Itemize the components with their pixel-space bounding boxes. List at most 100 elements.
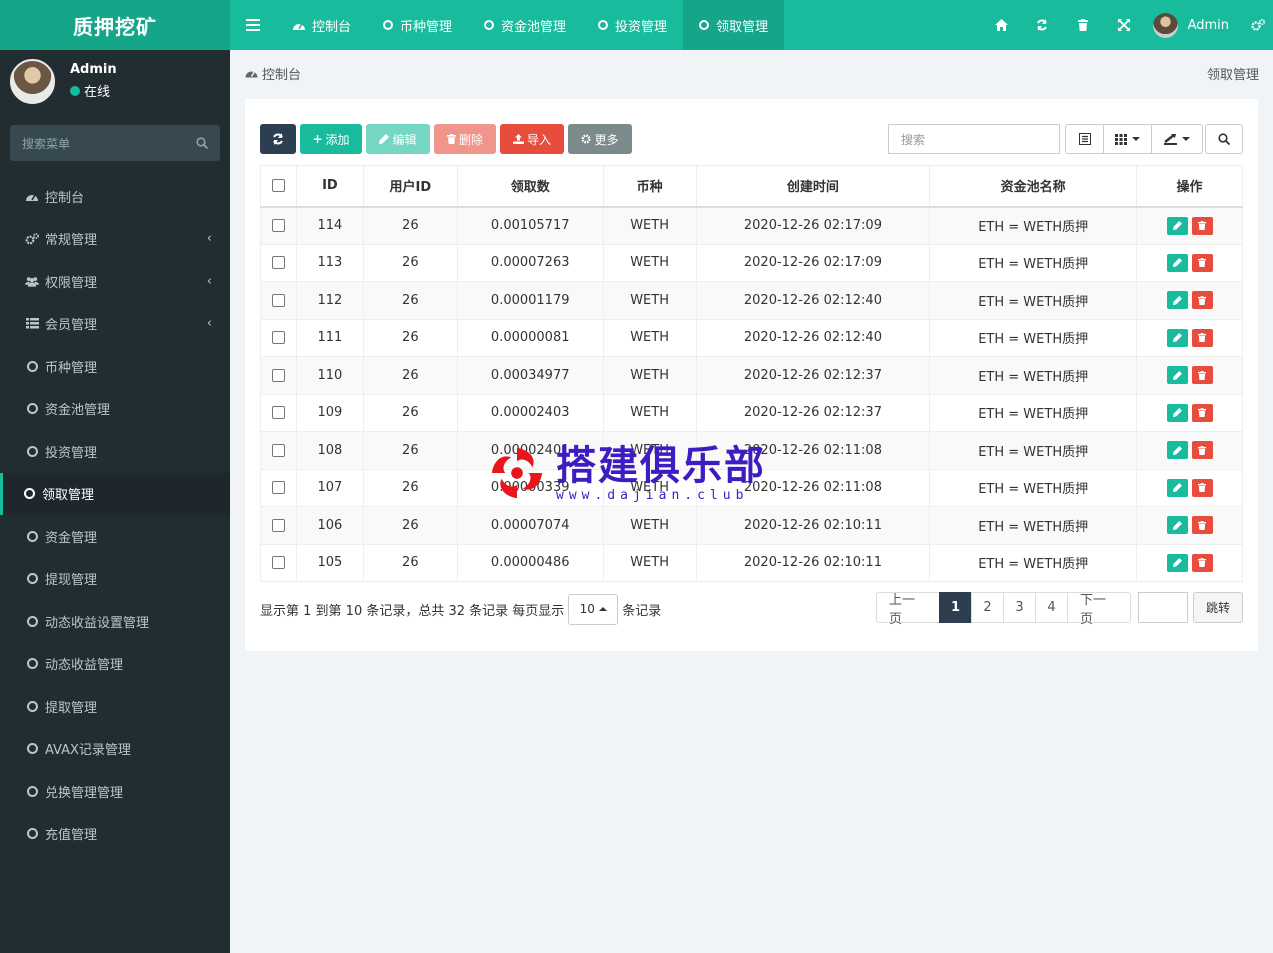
tab-coin-management[interactable]: 币种管理 <box>367 0 468 50</box>
table-row[interactable]: 109 26 0.00002403 WETH 2020-12-26 02:12:37 ET… <box>260 393 1243 432</box>
refresh-button[interactable] <box>260 124 296 154</box>
row-delete-button[interactable] <box>1191 328 1213 347</box>
more-button[interactable]: 更多 <box>568 124 632 154</box>
row-edit-button[interactable] <box>1166 553 1188 572</box>
next-page-button[interactable]: 下一页 <box>1067 592 1131 627</box>
page-size-select[interactable]: 10 <box>568 593 619 625</box>
prev-page-button[interactable]: 上一页 <box>876 592 940 627</box>
table-row[interactable]: 113 26 0.00007263 WETH 2020-12-26 02:17:09 ET… <box>260 243 1243 282</box>
row-delete-button[interactable] <box>1191 516 1213 535</box>
table-row[interactable]: 110 26 0.00034977 WETH 2020-12-26 02:12:37 ET… <box>260 356 1243 395</box>
table-search-input[interactable]: 搜索 <box>888 124 1060 154</box>
column-header[interactable]: 资金池名称 <box>929 165 1138 208</box>
tab-dashboard[interactable]: 控制台 <box>276 0 367 50</box>
import-button[interactable]: 导入 <box>500 124 564 154</box>
sidebar-item-general[interactable]: 常规管理 ‹ <box>0 218 230 261</box>
fullscreen-button[interactable] <box>1104 0 1145 50</box>
row-edit-button[interactable] <box>1166 253 1188 272</box>
row-checkbox[interactable] <box>271 518 285 532</box>
table-row[interactable]: 105 26 0.00000486 WETH 2020-12-26 02:10:11 ET… <box>260 543 1243 582</box>
row-actions <box>1136 243 1243 282</box>
user-menu[interactable]: Admin <box>1145 0 1243 50</box>
chevron-left-icon: ‹ <box>206 231 212 247</box>
row-delete-button[interactable] <box>1191 216 1213 235</box>
jump-page-input[interactable] <box>1138 592 1188 623</box>
row-edit-button[interactable] <box>1166 216 1188 235</box>
sidebar-toggle-button[interactable] <box>230 0 276 50</box>
toggle-view-button[interactable] <box>1066 125 1104 153</box>
edit-button[interactable]: 编辑 <box>366 124 430 154</box>
search-button[interactable] <box>1205 124 1243 154</box>
sidebar-item-investments[interactable]: 投资管理 <box>0 430 230 473</box>
row-checkbox[interactable] <box>271 331 285 345</box>
table-row[interactable]: 111 26 0.00000081 WETH 2020-12-26 02:12:40 ET… <box>260 318 1243 357</box>
row-checkbox[interactable] <box>271 219 285 232</box>
row-checkbox[interactable] <box>271 556 285 570</box>
column-header[interactable]: 币种 <box>602 165 697 208</box>
tab-pool-management[interactable]: 资金池管理 <box>468 0 582 50</box>
row-delete-button[interactable] <box>1191 441 1213 460</box>
sidebar-item-dashboard[interactable]: 控制台 <box>0 175 230 218</box>
clear-cache-button[interactable] <box>1063 0 1104 50</box>
table-row[interactable]: 114 26 0.00105717 WETH 2020-12-26 02:17:09 ET… <box>260 206 1243 245</box>
sidebar-item-avax-records[interactable]: AVAX记录管理 <box>0 728 230 771</box>
sidebar-item-dynamic-income[interactable]: 动态收益管理 <box>0 643 230 686</box>
menu-search-input[interactable]: 搜索菜单 <box>10 125 220 161</box>
row-edit-button[interactable] <box>1166 478 1188 497</box>
table-cell: 113 <box>295 243 364 282</box>
page-button-2[interactable]: 2 <box>971 592 1004 623</box>
row-checkbox[interactable] <box>271 293 285 307</box>
sidebar-item-permissions[interactable]: 权限管理 ‹ <box>0 260 230 303</box>
sidebar-item-recharge[interactable]: 充值管理 <box>0 813 230 856</box>
tab-investment-management[interactable]: 投资管理 <box>582 0 683 50</box>
export-button[interactable] <box>1152 125 1202 153</box>
row-delete-button[interactable] <box>1191 253 1213 272</box>
sidebar-item-members[interactable]: 会员管理 ‹ <box>0 303 230 346</box>
page-button-4[interactable]: 4 <box>1035 592 1068 623</box>
row-checkbox[interactable] <box>271 406 285 420</box>
jump-button[interactable]: 跳转 <box>1193 592 1243 623</box>
page-button-3[interactable]: 3 <box>1003 592 1036 623</box>
sidebar-item-pools[interactable]: 资金池管理 <box>0 388 230 431</box>
page-button-1[interactable]: 1 <box>939 592 972 623</box>
app-logo[interactable]: 质押挖矿 <box>0 0 230 50</box>
breadcrumb[interactable]: 控制台 <box>245 64 301 83</box>
table-row[interactable]: 112 26 0.00001179 WETH 2020-12-26 02:12:40 ET… <box>260 281 1243 320</box>
row-checkbox[interactable] <box>271 256 285 270</box>
row-checkbox[interactable] <box>271 443 285 457</box>
row-edit-button[interactable] <box>1166 516 1188 535</box>
column-header[interactable]: 用户ID <box>362 165 458 208</box>
refresh-button[interactable] <box>1022 0 1063 50</box>
add-button[interactable]: + 添加 <box>300 124 362 154</box>
sidebar-item-funds[interactable]: 资金管理 <box>0 515 230 558</box>
tab-claim-management[interactable]: 领取管理 <box>683 0 785 50</box>
column-header[interactable]: 领取数 <box>456 165 604 208</box>
row-delete-button[interactable] <box>1191 553 1213 572</box>
row-edit-button[interactable] <box>1166 441 1188 460</box>
home-button[interactable] <box>981 0 1022 50</box>
row-edit-button[interactable] <box>1166 291 1188 310</box>
sidebar-item-claims[interactable]: 领取管理 <box>0 472 230 515</box>
row-edit-button[interactable] <box>1166 328 1188 347</box>
row-checkbox[interactable] <box>271 481 285 495</box>
row-delete-button[interactable] <box>1191 291 1213 310</box>
row-edit-button[interactable] <box>1166 403 1188 422</box>
row-checkbox[interactable] <box>271 368 285 382</box>
circle-icon <box>26 403 38 415</box>
settings-button[interactable] <box>1243 0 1273 50</box>
sidebar-item-coins[interactable]: 币种管理 <box>0 345 230 388</box>
sidebar-item-dynamic-settings[interactable]: 动态收益设置管理 <box>0 600 230 643</box>
row-delete-button[interactable] <box>1191 366 1213 385</box>
sidebar-item-exchange[interactable]: 兑换管理管理 <box>0 770 230 813</box>
delete-button[interactable]: 删除 <box>434 124 496 154</box>
row-delete-button[interactable] <box>1191 403 1213 422</box>
search-icon[interactable] <box>196 137 208 149</box>
column-header[interactable]: 创建时间 <box>695 165 931 208</box>
sidebar-item-withdrawals[interactable]: 提现管理 <box>0 558 230 601</box>
column-header[interactable]: ID <box>295 165 364 208</box>
row-edit-button[interactable] <box>1166 366 1188 385</box>
sidebar-item-extractions[interactable]: 提取管理 <box>0 685 230 728</box>
row-delete-button[interactable] <box>1191 478 1213 497</box>
select-all-checkbox[interactable] <box>271 179 285 193</box>
columns-button[interactable] <box>1104 125 1152 153</box>
